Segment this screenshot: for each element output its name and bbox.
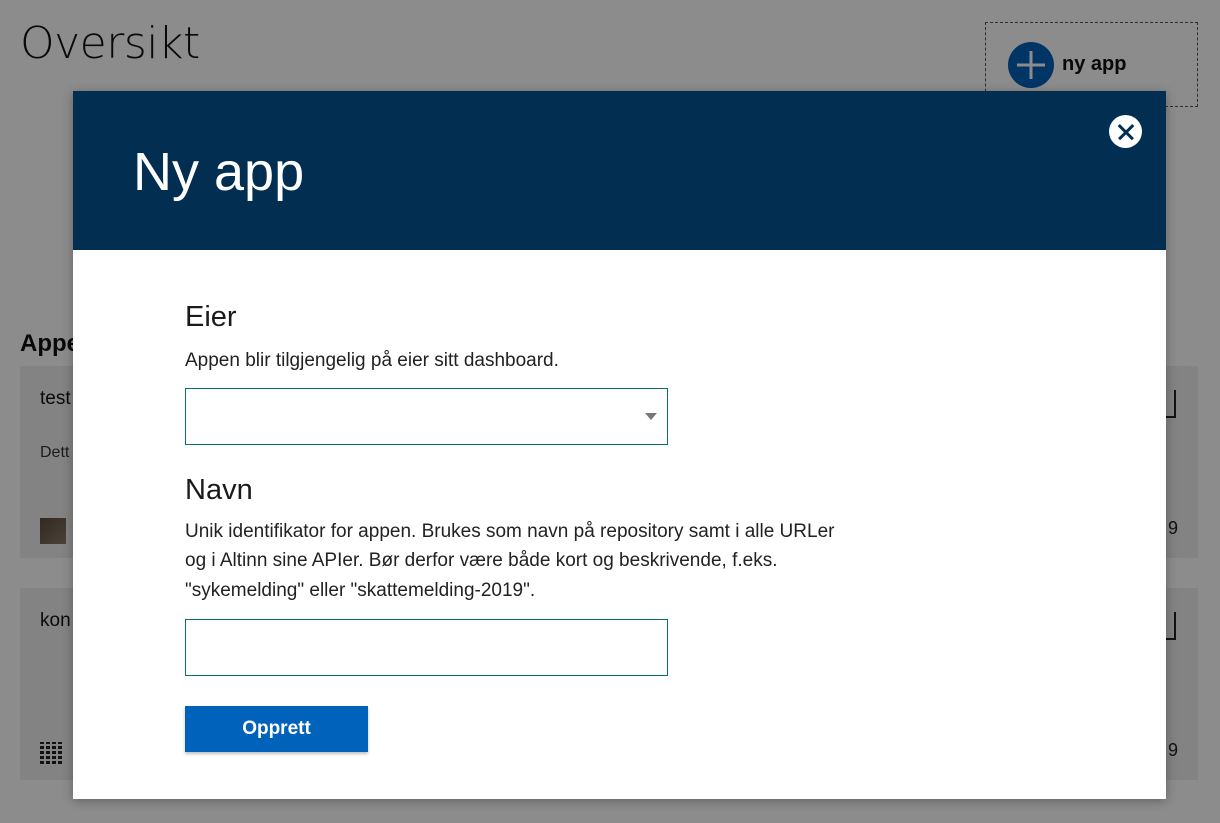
new-app-modal: Ny app Eier Appen blir tilgjengelig på e…	[73, 91, 1166, 799]
name-title: Navn	[185, 473, 253, 506]
owner-select[interactable]	[185, 387, 668, 445]
close-icon	[1118, 124, 1134, 140]
create-button[interactable]: Opprett	[185, 706, 368, 752]
modal-header: Ny app	[73, 91, 1166, 250]
owner-description: Appen blir tilgjengelig på eier sitt das…	[185, 350, 559, 371]
modal-title: Ny app	[133, 142, 305, 202]
modal-body: Eier Appen blir tilgjengelig på eier sit…	[185, 301, 885, 752]
close-button[interactable]	[1109, 115, 1142, 148]
name-description: Unik identifikator for appen. Brukes som…	[185, 520, 835, 601]
caret-down-icon	[645, 412, 657, 420]
owner-title: Eier	[185, 301, 237, 333]
app-name-input[interactable]	[185, 619, 668, 676]
